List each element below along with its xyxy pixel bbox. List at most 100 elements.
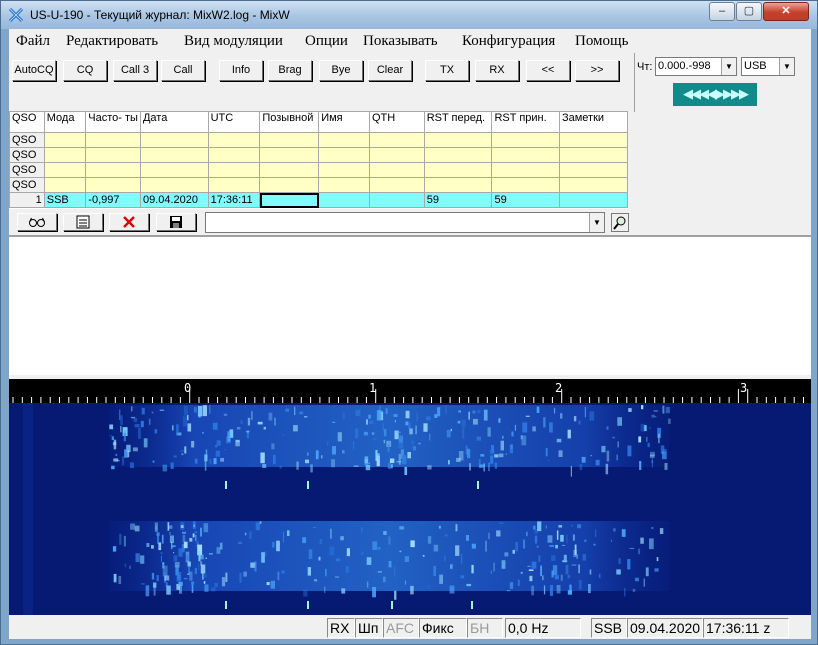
cell-notes[interactable] [558,192,629,208]
spectrum-speckle [662,405,665,414]
col-rst-sent[interactable]: RST перед. [423,111,493,133]
spectrum-speckle [458,451,464,461]
col-qso[interactable]: QSO [9,111,45,133]
col-qth[interactable]: QTH [369,111,425,133]
cell-utc[interactable]: 17:36:11 [207,192,261,208]
chevron-down-icon[interactable]: ▼ [589,213,604,232]
menu-help[interactable]: Помощь [575,33,628,50]
info-button[interactable]: Info [219,60,263,81]
title-bar[interactable]: US-U-190 - Текущий журнал: MixW2.log - M… [1,1,817,29]
receive-text-area[interactable] [9,235,811,375]
col-name[interactable]: Имя [318,111,370,133]
spectrum-speckle [324,586,326,593]
cell-date[interactable]: 09.04.2020 [139,192,209,208]
autocq-button[interactable]: AutoCQ [12,60,56,81]
frequency-select[interactable]: 0.000.-998 ▼ [655,57,737,76]
delete-button[interactable] [109,213,149,231]
spectrum-speckle [155,525,158,530]
cell-qth[interactable] [369,192,425,208]
spectrum-speckle [509,582,514,589]
chevron-down-icon[interactable]: ▼ [721,58,736,75]
menu-file[interactable]: Файл [16,33,50,50]
col-mode[interactable]: Мода [43,111,87,133]
col-date[interactable]: Дата [139,111,209,133]
call-button[interactable]: Call [161,60,205,81]
maximize-button[interactable]: ▢ [736,2,762,21]
close-icon: ✕ [781,5,791,17]
call3-button[interactable]: Call 3 [113,60,157,81]
rx-button[interactable]: RX [475,60,519,81]
spectrum-speckle [525,415,530,417]
table-row[interactable]: QSO [9,147,629,163]
spectrum-speckle [584,539,587,542]
menu-mode[interactable]: Вид модуляции [184,33,283,50]
callsign-search-input[interactable]: ▼ [205,212,605,233]
status-nb[interactable]: БН [467,618,503,638]
current-qso-row[interactable]: 1 SSB -0,997 09.04.2020 17:36:11 59 59 [9,192,629,208]
chevron-down-icon[interactable]: ▼ [779,58,794,75]
spectrum-speckle [305,459,309,464]
spectrum-speckle [617,417,622,426]
waterfall-spectrum[interactable] [9,403,811,615]
col-notes[interactable]: Заметки [558,111,629,133]
spectrum-speckle [558,525,563,528]
table-row[interactable]: QSO [9,132,629,148]
bye-button[interactable]: Bye [319,60,363,81]
next-button[interactable]: >> [575,60,619,81]
spectrum-speckle [123,535,126,547]
spectrum-speckle [570,466,572,477]
search-button[interactable] [611,213,629,232]
brag-button[interactable]: Brag [268,60,312,81]
spectrum-speckle [488,462,490,472]
close-button[interactable]: ✕ [763,2,809,21]
status-afc[interactable]: AFC [383,618,419,638]
minimize-button[interactable]: – [709,2,735,21]
col-utc[interactable]: UTC [207,111,261,133]
edit-button[interactable] [63,213,103,231]
menu-options[interactable]: Опции [305,33,348,50]
waterfall-display[interactable]: 0 1 2 3 [9,379,811,615]
spectrum-speckle [337,432,342,442]
col-call[interactable]: Позывной [259,111,320,133]
spectrum-speckle [111,436,114,440]
spectrum-speckle [246,430,250,433]
spectrum-speckle [255,522,260,531]
cell-freq[interactable]: -0,997 [85,192,141,208]
spectrum-speckle [330,528,332,539]
cell-mode[interactable]: SSB [43,192,87,208]
tune-arrows-bar[interactable]: ◀◀◀◀▶▶▶▶ [673,83,757,106]
lookup-button[interactable] [17,213,57,231]
spectrum-speckle [260,452,265,464]
cell-rst-sent[interactable]: 59 [423,192,493,208]
prev-button[interactable]: << [526,60,570,81]
menu-config[interactable]: Конфигурация [462,33,555,50]
spectrum-speckle [184,446,187,454]
col-freq[interactable]: Часто- ты [85,111,141,133]
spectrum-speckle [345,566,349,573]
spectrum-speckle [658,433,660,444]
mode-select[interactable]: USB ▼ [741,57,795,76]
spectrum-speckle [402,455,407,465]
spectrum-speckle [203,581,206,584]
status-fix[interactable]: Фикс [419,618,467,638]
menu-view[interactable]: Показывать [363,33,438,50]
spectrum-speckle [376,410,382,421]
save-button[interactable] [156,213,196,231]
cell-name[interactable] [318,192,370,208]
col-rst-rcvd[interactable]: RST прин. [491,111,560,133]
log-grid[interactable]: QSO Мода Часто- ты Дата UTC Позывной Имя… [9,111,629,209]
status-rx[interactable]: RX [327,618,355,638]
cell-rst-rcvd[interactable]: 59 [491,192,560,208]
table-row[interactable]: QSO [9,177,629,193]
spectrum-speckle [466,583,472,587]
table-row[interactable]: QSO [9,162,629,178]
tx-button[interactable]: TX [425,60,469,81]
cell-call[interactable] [259,192,320,208]
spectrum-speckle [371,432,375,435]
status-sp[interactable]: Шп [355,618,383,638]
status-date: 09.04.2020 [627,618,703,638]
spectrum-speckle [460,575,465,579]
clear-button[interactable]: Clear [368,60,412,81]
menu-edit[interactable]: Редактировать [66,33,158,50]
cq-button[interactable]: CQ [63,60,107,81]
